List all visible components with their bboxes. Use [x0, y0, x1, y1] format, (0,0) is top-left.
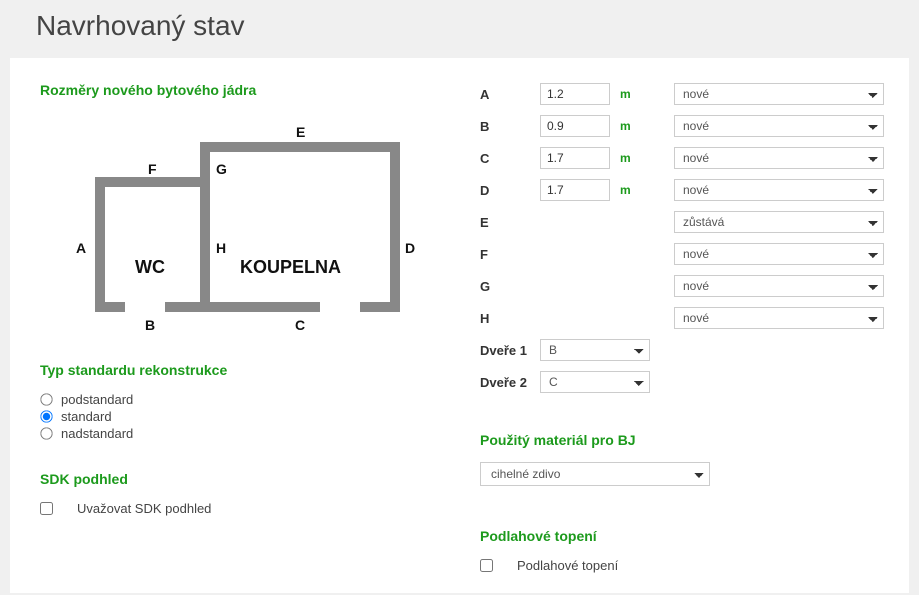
floorplan: A B C D E F G H WC KOUPELNA — [40, 112, 400, 332]
dim-h-status[interactable]: nové — [674, 307, 884, 329]
floor-heating-heading: Podlahové topení — [480, 528, 884, 544]
door1-select[interactable]: B — [540, 339, 650, 361]
radio-podstandard-label: podstandard — [61, 392, 133, 407]
material-select[interactable]: cihelné zdivo — [480, 462, 710, 486]
radio-standard-label: standard — [61, 409, 112, 424]
fp-label-c: C — [295, 317, 305, 333]
dim-d-label: D — [480, 183, 530, 198]
dim-f-status[interactable]: nové — [674, 243, 884, 265]
fp-label-g: G — [216, 161, 227, 177]
dim-e-label: E — [480, 215, 530, 230]
dimensions-heading: Rozměry nového bytového jádra — [40, 82, 450, 98]
page-title: Navrhovaný stav — [0, 0, 919, 58]
door2-label: Dveře 2 — [480, 375, 530, 390]
wall-c-right — [360, 302, 400, 312]
fp-label-d: D — [405, 240, 415, 256]
door2-select[interactable]: C — [540, 371, 650, 393]
fp-label-h: H — [216, 240, 226, 256]
dim-e-status[interactable]: zůstává — [674, 211, 884, 233]
floor-heating-checkbox[interactable] — [480, 559, 493, 572]
radio-standard-input[interactable] — [40, 410, 52, 422]
radio-standard[interactable]: standard — [40, 409, 450, 424]
dim-d-status[interactable]: nové — [674, 179, 884, 201]
dim-c-status[interactable]: nové — [674, 147, 884, 169]
wall-e — [200, 142, 400, 152]
dim-c-input[interactable] — [540, 147, 610, 169]
sdk-check-row: Uvažovat SDK podhled — [40, 501, 450, 516]
wall-b-right — [165, 302, 210, 312]
main-panel: Rozměry nového bytového jádra — [10, 58, 909, 593]
floor-heating-row: Podlahové topení — [480, 558, 884, 573]
dim-a-unit: m — [620, 87, 634, 101]
fp-label-e: E — [296, 124, 305, 140]
radio-nadstandard-label: nadstandard — [61, 426, 133, 441]
fp-label-f: F — [148, 161, 157, 177]
dim-c-label: C — [480, 151, 530, 166]
dim-g-status[interactable]: nové — [674, 275, 884, 297]
dim-b-unit: m — [620, 119, 634, 133]
material-heading: Použitý materiál pro BJ — [480, 432, 884, 448]
dim-b-status[interactable]: nové — [674, 115, 884, 137]
fp-room-bath: KOUPELNA — [240, 257, 341, 278]
fp-label-b: B — [145, 317, 155, 333]
floor-heating-label: Podlahové topení — [517, 558, 618, 573]
sdk-checkbox[interactable] — [40, 502, 53, 515]
dim-d-input[interactable] — [540, 179, 610, 201]
wall-gh — [200, 142, 210, 312]
standard-heading: Typ standardu rekonstrukce — [40, 362, 450, 378]
dim-f-label: F — [480, 247, 530, 262]
dim-b-label: B — [480, 119, 530, 134]
fp-room-wc: WC — [135, 257, 165, 278]
standard-radio-group: podstandard standard nadstandard — [40, 392, 450, 441]
dim-a-input[interactable] — [540, 83, 610, 105]
dim-d-unit: m — [620, 183, 634, 197]
sdk-heading: SDK podhled — [40, 471, 450, 487]
dim-h-label: H — [480, 311, 530, 326]
radio-podstandard-input[interactable] — [40, 393, 52, 405]
wall-b-left — [95, 302, 125, 312]
wall-a — [95, 177, 105, 312]
dim-a-label: A — [480, 87, 530, 102]
fp-label-a: A — [76, 240, 86, 256]
radio-nadstandard-input[interactable] — [40, 427, 52, 439]
dim-b-input[interactable] — [540, 115, 610, 137]
wall-c-left — [200, 302, 320, 312]
radio-podstandard[interactable]: podstandard — [40, 392, 450, 407]
dim-c-unit: m — [620, 151, 634, 165]
wall-d — [390, 142, 400, 312]
radio-nadstandard[interactable]: nadstandard — [40, 426, 450, 441]
dim-a-status[interactable]: nové — [674, 83, 884, 105]
wall-f — [95, 177, 210, 187]
dim-g-label: G — [480, 279, 530, 294]
door1-label: Dveře 1 — [480, 343, 530, 358]
sdk-label: Uvažovat SDK podhled — [77, 501, 211, 516]
